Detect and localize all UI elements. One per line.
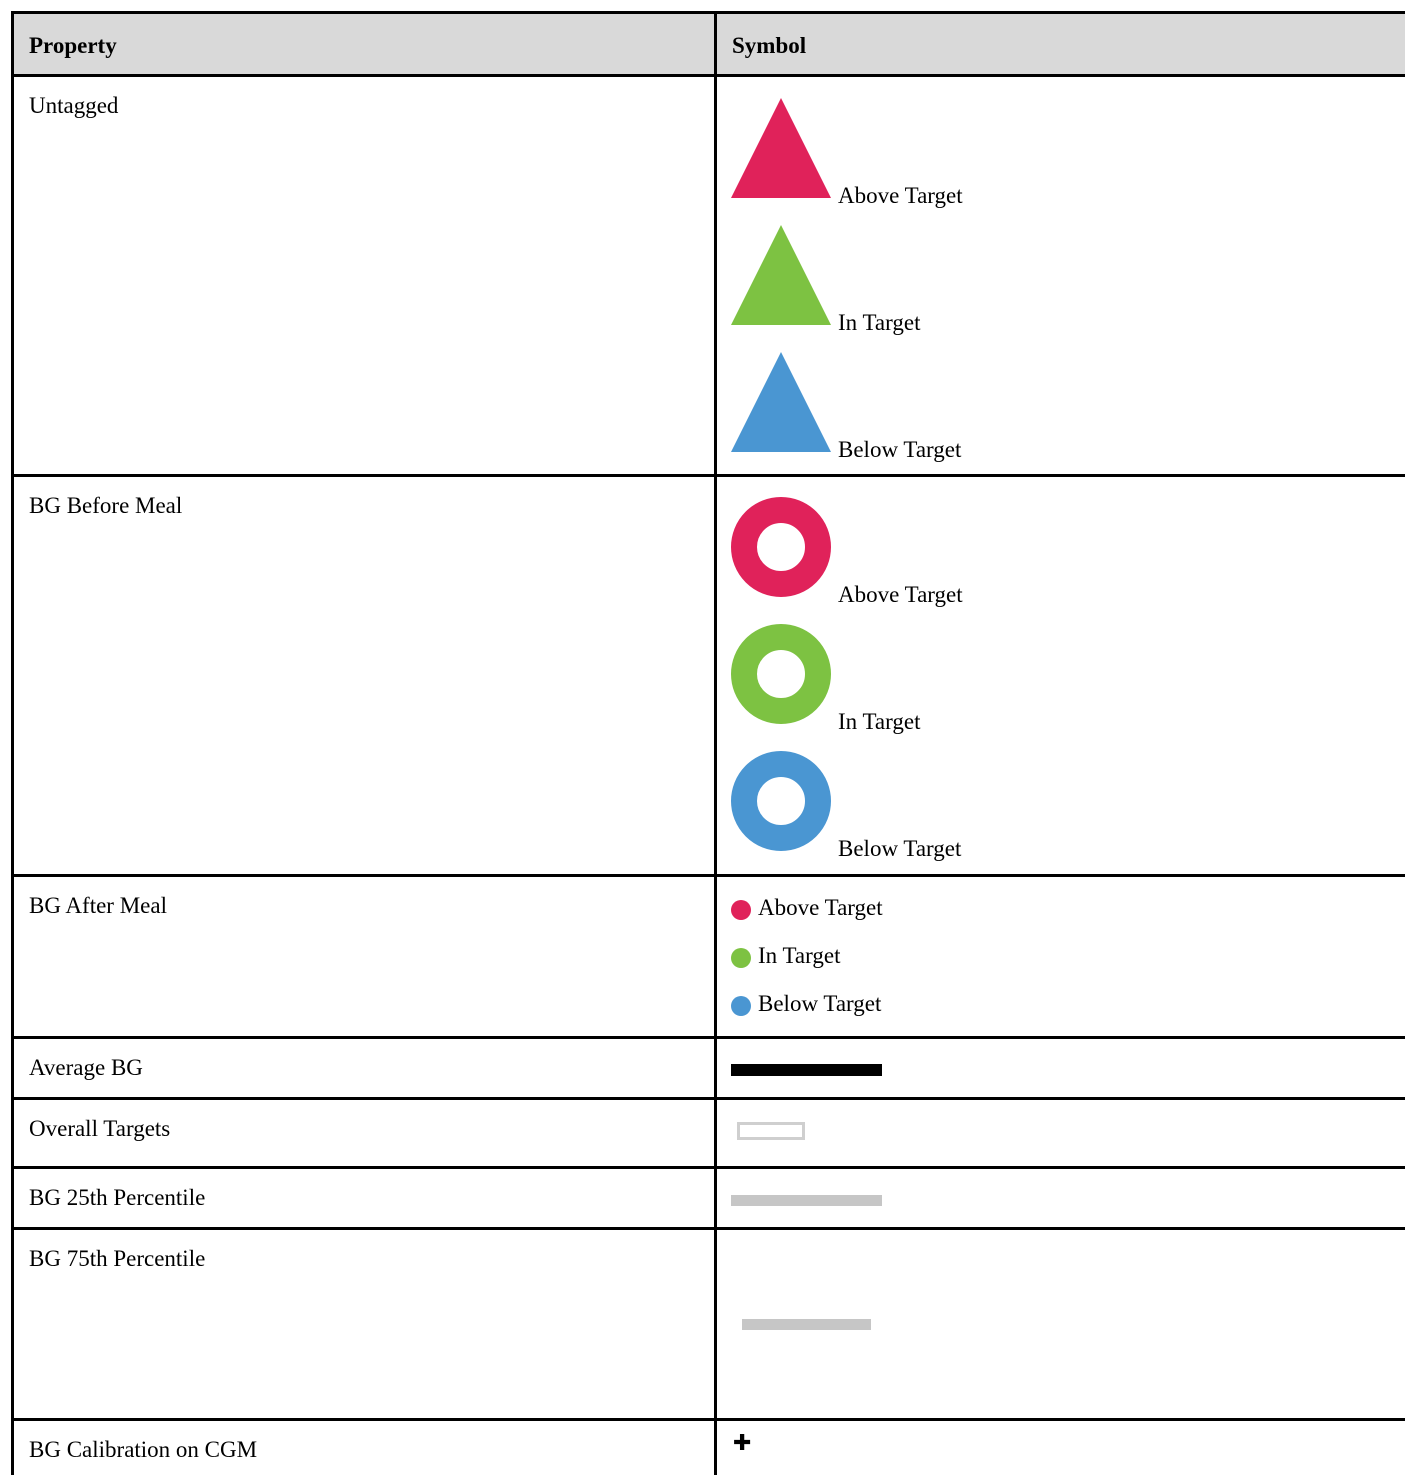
legend-label: Below Target [838,836,962,861]
header-row: Property Symbol [11,11,1405,77]
triangle-icon [731,352,831,452]
ring-icon [731,497,831,597]
triangle-icon [731,98,831,198]
table-row-p25: BG 25th Percentile [11,1166,1405,1230]
property-header: Property [11,11,717,77]
symbol-cell: Above Target In Target Below Target [714,474,1405,877]
table-row-before-meal: BG Before Meal Above Target In Target Be… [11,474,1405,877]
table-row-overall: Overall Targets [11,1097,1405,1169]
legend-label: Above Target [838,582,963,607]
ring-icon [731,751,831,851]
dot-icon [731,900,751,920]
symbol-cell: Above Target In Target Below Target [714,874,1405,1039]
legend-label: Above Target [838,183,963,208]
table-row-after-meal: BG After Meal Above Target In Target Bel… [11,874,1405,1039]
triangle-icon [731,225,831,325]
property-cell: BG Before Meal [11,474,717,877]
symbol-cell: ✚ [714,1418,1405,1475]
symbol-legend-table: Property Symbol Untagged Above Target In… [11,11,1405,1475]
table-row-untagged: Untagged Above Target In Target Below Ta… [11,74,1405,477]
property-cell: BG 25th Percentile [11,1166,717,1230]
dot-icon [731,948,751,968]
symbol-cell [714,1036,1405,1100]
legend-label: Below Target [758,991,882,1016]
property-cell: Average BG [11,1036,717,1100]
outline-box-icon [737,1122,805,1140]
table-row-p75: BG 75th Percentile [11,1227,1405,1421]
table-row-calibration: BG Calibration on CGM ✚ [11,1418,1405,1475]
dot-icon [731,996,751,1016]
property-cell: Untagged [11,74,717,477]
ring-icon [731,624,831,724]
symbol-cell [714,1166,1405,1230]
grey-bar-icon [731,1195,882,1206]
legend-label: In Target [838,709,921,734]
property-cell: BG 75th Percentile [11,1227,717,1421]
legend-label: Above Target [758,895,883,920]
property-cell: BG Calibration on CGM [11,1418,717,1475]
black-bar-icon [731,1064,882,1076]
symbol-header: Symbol [714,11,1405,77]
grey-bar-icon [742,1319,871,1330]
symbol-cell [714,1227,1405,1421]
symbol-cell [714,1097,1405,1169]
property-cell: BG After Meal [11,874,717,1039]
table-row-average: Average BG [11,1036,1405,1100]
symbol-cell: Above Target In Target Below Target [714,74,1405,477]
legend-label: Below Target [838,437,962,462]
legend-label: In Target [758,943,841,968]
legend-label: In Target [838,310,921,335]
plus-icon: ✚ [733,1431,752,1456]
property-cell: Overall Targets [11,1097,717,1169]
